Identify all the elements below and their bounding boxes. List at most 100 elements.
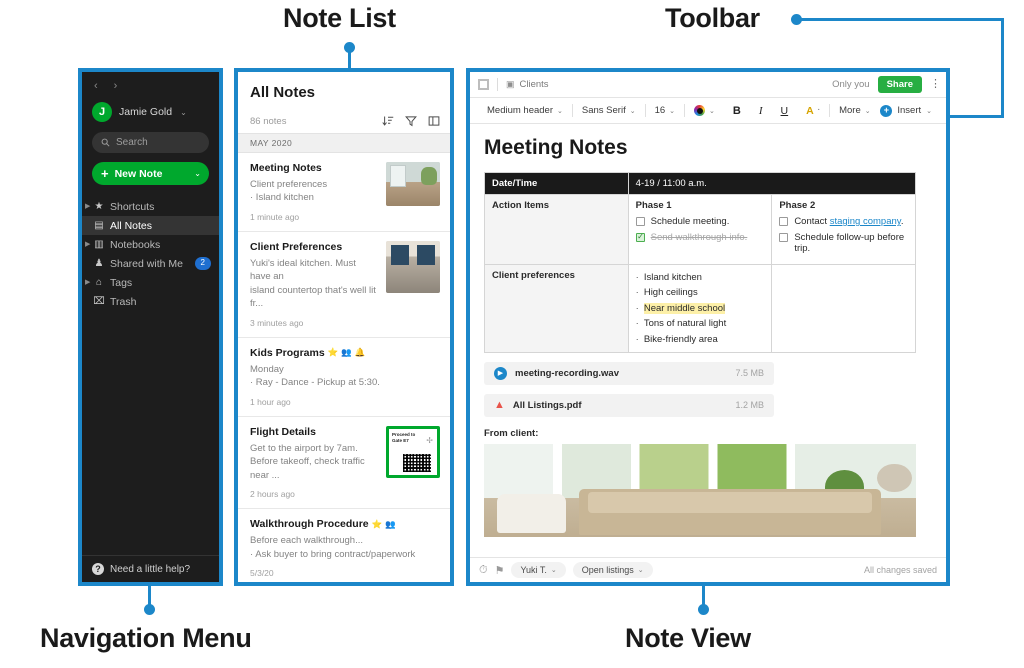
checklist-item[interactable]: Schedule meeting. [635,216,765,227]
sidebar-item-all-notes[interactable]: ▤ All Notes [82,216,219,235]
tag-icon[interactable]: ⚑ [495,564,505,577]
color-wheel-icon [694,105,706,116]
search-input[interactable]: Search [92,132,209,153]
sidebar-item-label: Trash [110,295,137,308]
bold-button[interactable]: B [724,105,750,117]
chevron-down-icon: ⌄ [864,107,871,115]
reminder-icon[interactable]: ⏱ [479,564,488,577]
text-color-picker[interactable]: ⌄ [685,105,724,116]
list-item[interactable]: Kids Programs ⭐ 👥 🔔 Monday · Ray - Dance… [238,338,450,417]
paragraph-style-dropdown[interactable]: Medium header ⌄ [478,105,572,116]
sort-icon[interactable] [382,115,394,127]
note-snippet-line: Monday [250,363,284,375]
note-snippet-line: island countertop that's well lit fr... [250,284,376,310]
italic-button[interactable]: I [750,105,772,117]
sidebar-item-trash[interactable]: ⌧ Trash [82,292,219,311]
insert-button[interactable]: + Insert ⌄ [880,104,938,117]
checkbox[interactable] [779,217,789,226]
attachment-name: All Listings.pdf [512,399,582,411]
breadcrumb[interactable]: ▣ Clients [506,79,549,90]
attachment-audio[interactable]: ▶ meeting-recording.wav 7.5 MB [484,361,774,385]
checklist-item[interactable]: Send walkthrough info. [635,232,765,243]
expand-arrow-icon[interactable]: ▶ [85,279,90,286]
more-label: More [839,105,861,116]
font-family-dropdown[interactable]: Sans Serif ⌄ [573,105,645,116]
note-content: Meeting Notes Date/Time 4-19 / 11:00 a.m… [470,124,946,557]
callout-dot-noteview [698,604,709,615]
client-preferences-cell: Island kitchen High ceilings Near middle… [627,264,773,353]
account-switcher[interactable]: J Jamie Gold ⌄ [82,96,219,130]
note-date: 5/3/20 [250,568,274,579]
nav-history-controls: ‹ › [82,72,219,96]
chevron-down-icon[interactable]: ⌄ [194,169,201,178]
author-pill[interactable]: Yuki T. ⌄ [511,562,566,578]
note-title: Flight Details [250,425,316,438]
list-item[interactable]: Flight Details Get to the airport by 7am… [238,417,450,510]
table-row: Client preferences Island kitchen High c… [484,264,916,353]
more-formatting-dropdown[interactable]: More ⌄ [830,105,880,116]
notes-icon: ▤ [94,220,104,231]
new-note-button[interactable]: + New Note ⌄ [92,162,209,185]
list-item: Bike-friendly area [636,332,765,347]
highlight-button[interactable]: A · [797,105,829,117]
expand-arrow-icon[interactable]: ▶ [85,241,90,248]
underline-button[interactable]: U [772,105,798,117]
list-item[interactable]: Walkthrough Procedure ⭐ 👥 Before each wa… [238,509,450,582]
star-emoji-icon: ⭐ [327,347,339,358]
checkbox-checked[interactable] [635,232,645,242]
shared-count-badge: 2 [194,257,211,270]
font-size-dropdown[interactable]: 16 ⌄ [646,105,684,116]
expand-arrow-icon[interactable]: ▶ [85,203,90,210]
search-placeholder: Search [116,137,148,148]
sidebar-item-shortcuts[interactable]: ▶ ★ Shortcuts [82,197,219,216]
font-size-value: 16 [654,105,666,116]
layout-icon[interactable] [428,115,440,127]
notebook-pill[interactable]: Open listings ⌄ [572,562,653,578]
sidebar-item-label: All Notes [110,219,153,232]
checkbox[interactable] [635,217,645,226]
share-button[interactable]: Share [877,76,922,93]
page-title: Meeting Notes [484,136,628,159]
notebook-icon: ▥ [94,239,104,250]
chevron-down-icon: ⌄ [709,107,715,115]
sidebar-item-label: Notebooks [110,238,161,251]
tag-icon: ⌂ [95,277,103,288]
insert-label: Insert [897,105,922,116]
formatting-toolbar: Medium header ⌄ Sans Serif ⌄ 16 ⌄ ⌄ B I … [470,98,946,124]
note-title: Kids Programs [250,346,325,359]
note-date: 2 hours ago [250,489,295,500]
staging-company-link[interactable]: staging company [830,216,901,227]
checklist-item[interactable]: Schedule follow-up before trip. [779,232,908,254]
list-item[interactable]: Client Preferences Yuki's ideal kitchen.… [238,232,450,338]
datetime-label: Date/Time [484,172,629,195]
sidebar-item-notebooks[interactable]: ▶ ▥ Notebooks [82,235,219,254]
callout-line-toolbar-h1 [797,18,1004,21]
forward-icon[interactable]: › [114,80,118,92]
note-snippet-line: Before each walkthrough... [250,535,364,547]
more-options-icon[interactable]: ⋮ [930,78,941,89]
screenshot-root: Note List Toolbar Navigation Menu Note V… [0,0,1024,668]
breadcrumb-notebook: Clients [519,79,549,90]
chevron-down-icon: ⌄ [669,107,676,115]
note-snippet-line: · Ray - Dance - Pickup at 5:30. [250,377,380,389]
checkbox[interactable] [779,233,789,242]
filter-icon[interactable] [405,115,417,127]
qr-code-icon [403,453,431,472]
help-button[interactable]: ? Need a little help? [82,555,219,582]
sidebar-item-label: Shortcuts [110,200,155,213]
checklist-label: Send walkthrough info. [650,232,748,243]
sidebar-item-shared-with-me[interactable]: ♟ Shared with Me 2 [82,254,219,273]
expand-icon[interactable] [478,79,489,90]
checklist-item[interactable]: Contact staging company. [779,216,908,227]
sidebar-item-label: Shared with Me [110,257,183,270]
client-preferences-list: Island kitchen High ceilings Near middle… [636,270,765,347]
sidebar-item-tags[interactable]: ▶ ⌂ Tags [82,273,219,292]
list-item[interactable]: Meeting Notes Client preferences · Islan… [238,153,450,232]
callout-note-list: Note List [283,3,396,33]
note-title: Meeting Notes [250,162,322,174]
attachment-pdf[interactable]: ▲ All Listings.pdf 1.2 MB [484,393,774,417]
back-icon[interactable]: ‹ [94,80,98,92]
checklist-label: Contact [794,216,830,227]
author-name: Yuki T. [520,565,547,575]
note-thumbnail [386,240,440,293]
